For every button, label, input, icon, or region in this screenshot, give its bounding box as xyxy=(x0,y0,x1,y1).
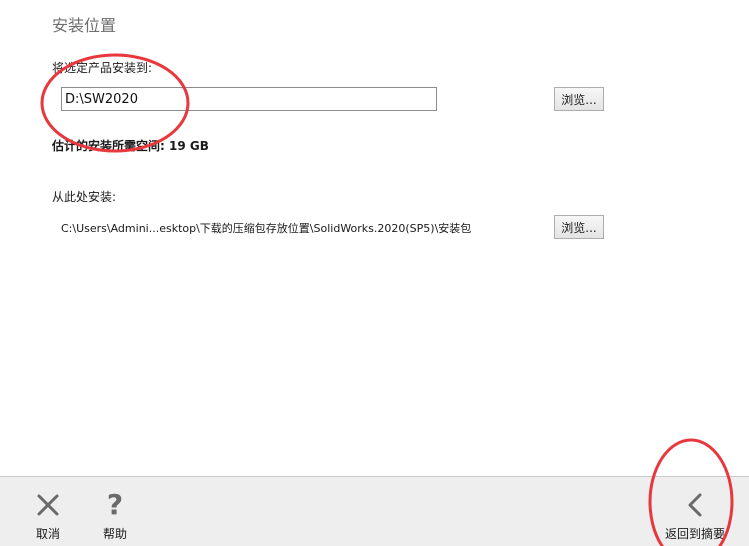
cancel-button[interactable]: 取消 xyxy=(30,477,66,546)
back-to-summary-button[interactable]: 返回到摘要 xyxy=(660,477,730,546)
help-label: 帮助 xyxy=(102,527,127,541)
install-path-input[interactable] xyxy=(61,87,437,111)
installer-window: 安装位置 将选定产品安装到: 浏览... 估计的安装所需空间: 19 GB 从此… xyxy=(0,0,749,546)
question-icon: ? xyxy=(106,488,124,521)
chevron-left-icon xyxy=(685,485,705,525)
help-button[interactable]: ? 帮助 xyxy=(97,477,133,546)
space-required-text: 估计的安装所需空间: 19 GB xyxy=(52,139,209,153)
browse-source-path-button[interactable]: 浏览... xyxy=(554,215,604,239)
install-location-panel: 安装位置 将选定产品安装到: 浏览... 估计的安装所需空间: 19 GB 从此… xyxy=(0,0,749,476)
back-to-summary-label: 返回到摘要 xyxy=(664,527,725,541)
cancel-label: 取消 xyxy=(35,527,60,541)
footer-bar: 取消 ? 帮助 返回到摘要 xyxy=(0,476,749,546)
install-source-path: C:\Users\Admini...esktop\下载的压缩包存放位置\Soli… xyxy=(61,222,472,235)
browse-install-path-button[interactable]: 浏览... xyxy=(554,87,604,111)
close-icon xyxy=(36,485,60,525)
section-title: 安装位置 xyxy=(52,16,117,35)
install-to-label: 将选定产品安装到: xyxy=(52,61,153,75)
install-from-label: 从此处安装: xyxy=(52,190,117,204)
